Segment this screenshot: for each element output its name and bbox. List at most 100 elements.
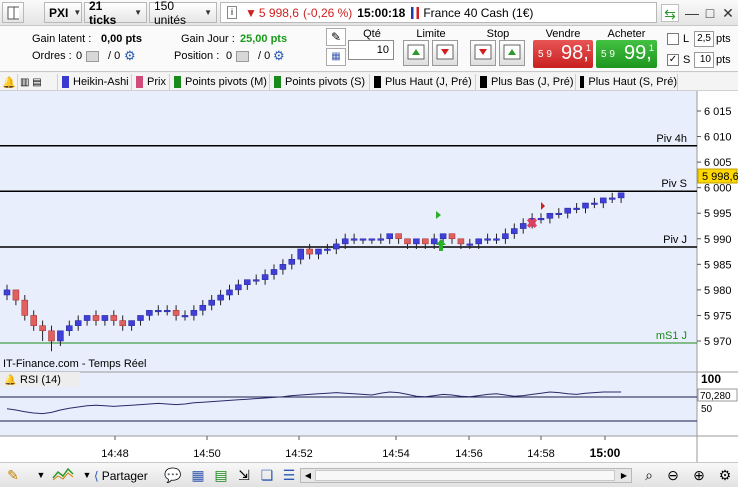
limit-buy-button[interactable]	[403, 40, 429, 66]
candle-body	[252, 279, 260, 282]
bookmark-icon[interactable]: ❏	[258, 466, 276, 484]
gear-icon[interactable]: ⚙	[124, 48, 136, 64]
indicator-plus-bas-j[interactable]: Plus Bas (J, Pré)	[478, 74, 576, 90]
candle-body	[128, 320, 135, 326]
share-button[interactable]: ⟨ Partager	[94, 466, 148, 485]
candle-body	[155, 310, 162, 313]
position-box-icon[interactable]	[236, 51, 249, 62]
layers-icon[interactable]: ☰	[280, 466, 298, 484]
stop-buy-button[interactable]	[499, 40, 525, 66]
candle-body	[172, 310, 180, 316]
stop-title: Stop	[486, 28, 510, 40]
buy-button[interactable]: 5 9 99, 1	[596, 40, 657, 68]
price-info-bar: i ▼ 5 998,6 (-0,26 %) 15:00:18 France 40…	[220, 2, 657, 23]
scroll-thumb[interactable]	[315, 470, 615, 481]
rsi-label[interactable]: RSI (14)	[20, 374, 61, 386]
limit-sell-button[interactable]	[432, 40, 458, 66]
candle-body	[555, 212, 563, 215]
qty-input[interactable]: 10	[348, 40, 394, 60]
sell-button[interactable]: 5 9 98, 1	[533, 40, 593, 68]
candle-body	[341, 238, 349, 245]
candle-body	[324, 248, 331, 251]
zoom-fit-icon[interactable]: ⌕	[640, 466, 658, 484]
scroll-left-icon[interactable]: ◀	[301, 469, 315, 482]
indicator-pivots-m[interactable]: Points pivots (M)	[172, 74, 270, 90]
sell-title: Vendre	[545, 28, 581, 40]
candle-body	[279, 264, 287, 270]
l-checkbox[interactable]	[667, 33, 679, 45]
y-tick-label: 6 010	[704, 132, 732, 144]
candle-body	[582, 202, 589, 209]
gain-jour-label: Gain Jour :	[181, 33, 235, 45]
s-label: S	[683, 54, 691, 66]
bell-icon[interactable]: 🔔	[4, 374, 16, 386]
pencil-icon[interactable]: ✎	[4, 466, 22, 484]
grid-icon[interactable]: ▦	[189, 466, 207, 484]
y-tick-label: 5 975	[704, 310, 732, 322]
buy-prefix: 5 9	[601, 49, 615, 60]
indicator-plus-haut-j[interactable]: Plus Haut (J, Pré)	[372, 74, 476, 90]
excel-icon[interactable]: ▤	[212, 466, 230, 484]
maximize-icon[interactable]: □	[701, 4, 719, 22]
x-tick-label: 14:48	[101, 448, 129, 460]
l-input[interactable]: 2,5	[694, 31, 714, 47]
candle-body	[288, 258, 296, 265]
scroll-right-icon[interactable]: ▶	[617, 469, 631, 482]
candle-body	[422, 238, 429, 245]
info-icon[interactable]: i	[227, 6, 237, 19]
stop-sell-button[interactable]	[470, 40, 496, 66]
main-chart[interactable]: Piv 4h Piv S Piv J mS1 J 6 015 6 010 6 005 6 0…	[0, 91, 738, 462]
symbol-select[interactable]: PXI ▼	[44, 2, 82, 23]
indicators-menu-icon[interactable]: ▥ ▤	[18, 74, 58, 90]
horizontal-scrollbar[interactable]: ◀ ▶	[300, 468, 632, 483]
candle-body	[190, 310, 198, 316]
indicator-pivots-s[interactable]: Points pivots (S)	[272, 74, 370, 90]
chevron-down-icon[interactable]: ▼	[32, 466, 50, 484]
s-checkbox[interactable]: ✓	[667, 54, 679, 66]
s-input[interactable]: 10	[694, 52, 714, 68]
settings-icon[interactable]: ⚙	[716, 466, 734, 484]
refresh-icon[interactable]: ⇆	[661, 4, 679, 22]
zoom-in-icon[interactable]: ⊕	[690, 466, 708, 484]
minimize-icon[interactable]: —	[683, 4, 701, 22]
price-tag: 5 998,6	[702, 171, 738, 183]
candle-body	[199, 304, 207, 311]
interval-select[interactable]: 21 ticks ▼	[84, 0, 147, 27]
pivot-label: Piv S	[661, 178, 687, 190]
chevron-down-icon: ▼	[204, 8, 212, 17]
x-tick-label: 14:58	[527, 448, 555, 460]
units-select[interactable]: 150 unités ▼	[149, 0, 217, 27]
wrench-icon[interactable]: ✎	[326, 28, 346, 46]
indicator-heikin[interactable]: Heikin-Ashi	[60, 74, 132, 90]
indicator-plus-haut-s[interactable]: Plus Haut (S, Pré)	[578, 74, 678, 90]
candle-body	[430, 238, 438, 245]
zoom-out-icon[interactable]: ⊖	[664, 466, 682, 484]
close-icon[interactable]: ✕	[719, 4, 737, 22]
keypad-icon[interactable]: ▦	[326, 48, 346, 66]
chat-icon[interactable]: 💬	[164, 466, 182, 484]
indicator-label: Prix	[147, 76, 166, 88]
chevron-down-icon: ▼	[134, 8, 142, 17]
candle-body	[413, 238, 420, 245]
candle-body	[306, 248, 313, 255]
chart-type-icon[interactable]	[50, 466, 76, 484]
orders-box-icon[interactable]	[86, 51, 99, 62]
bell-icon[interactable]: 🔔	[0, 74, 18, 90]
flag-icon	[411, 6, 420, 19]
color-swatch	[274, 76, 281, 88]
candle-body	[600, 197, 607, 204]
candle-body	[181, 315, 189, 318]
gear-icon[interactable]: ⚙	[273, 48, 285, 64]
candle-body	[261, 274, 269, 280]
x-tick-label: 14:50	[193, 448, 221, 460]
layout-icon-button[interactable]	[2, 2, 24, 23]
buy-title: Acheter	[607, 28, 646, 40]
sell-prefix: 5 9	[538, 49, 552, 60]
buy-sup: 1	[649, 43, 655, 53]
export-icon[interactable]: ⇲	[235, 466, 253, 484]
sell-sup: 1	[586, 43, 592, 53]
candle-body	[591, 202, 598, 205]
candle-body	[359, 238, 367, 241]
candle-body	[448, 233, 456, 240]
indicator-prix[interactable]: Prix	[134, 74, 170, 90]
